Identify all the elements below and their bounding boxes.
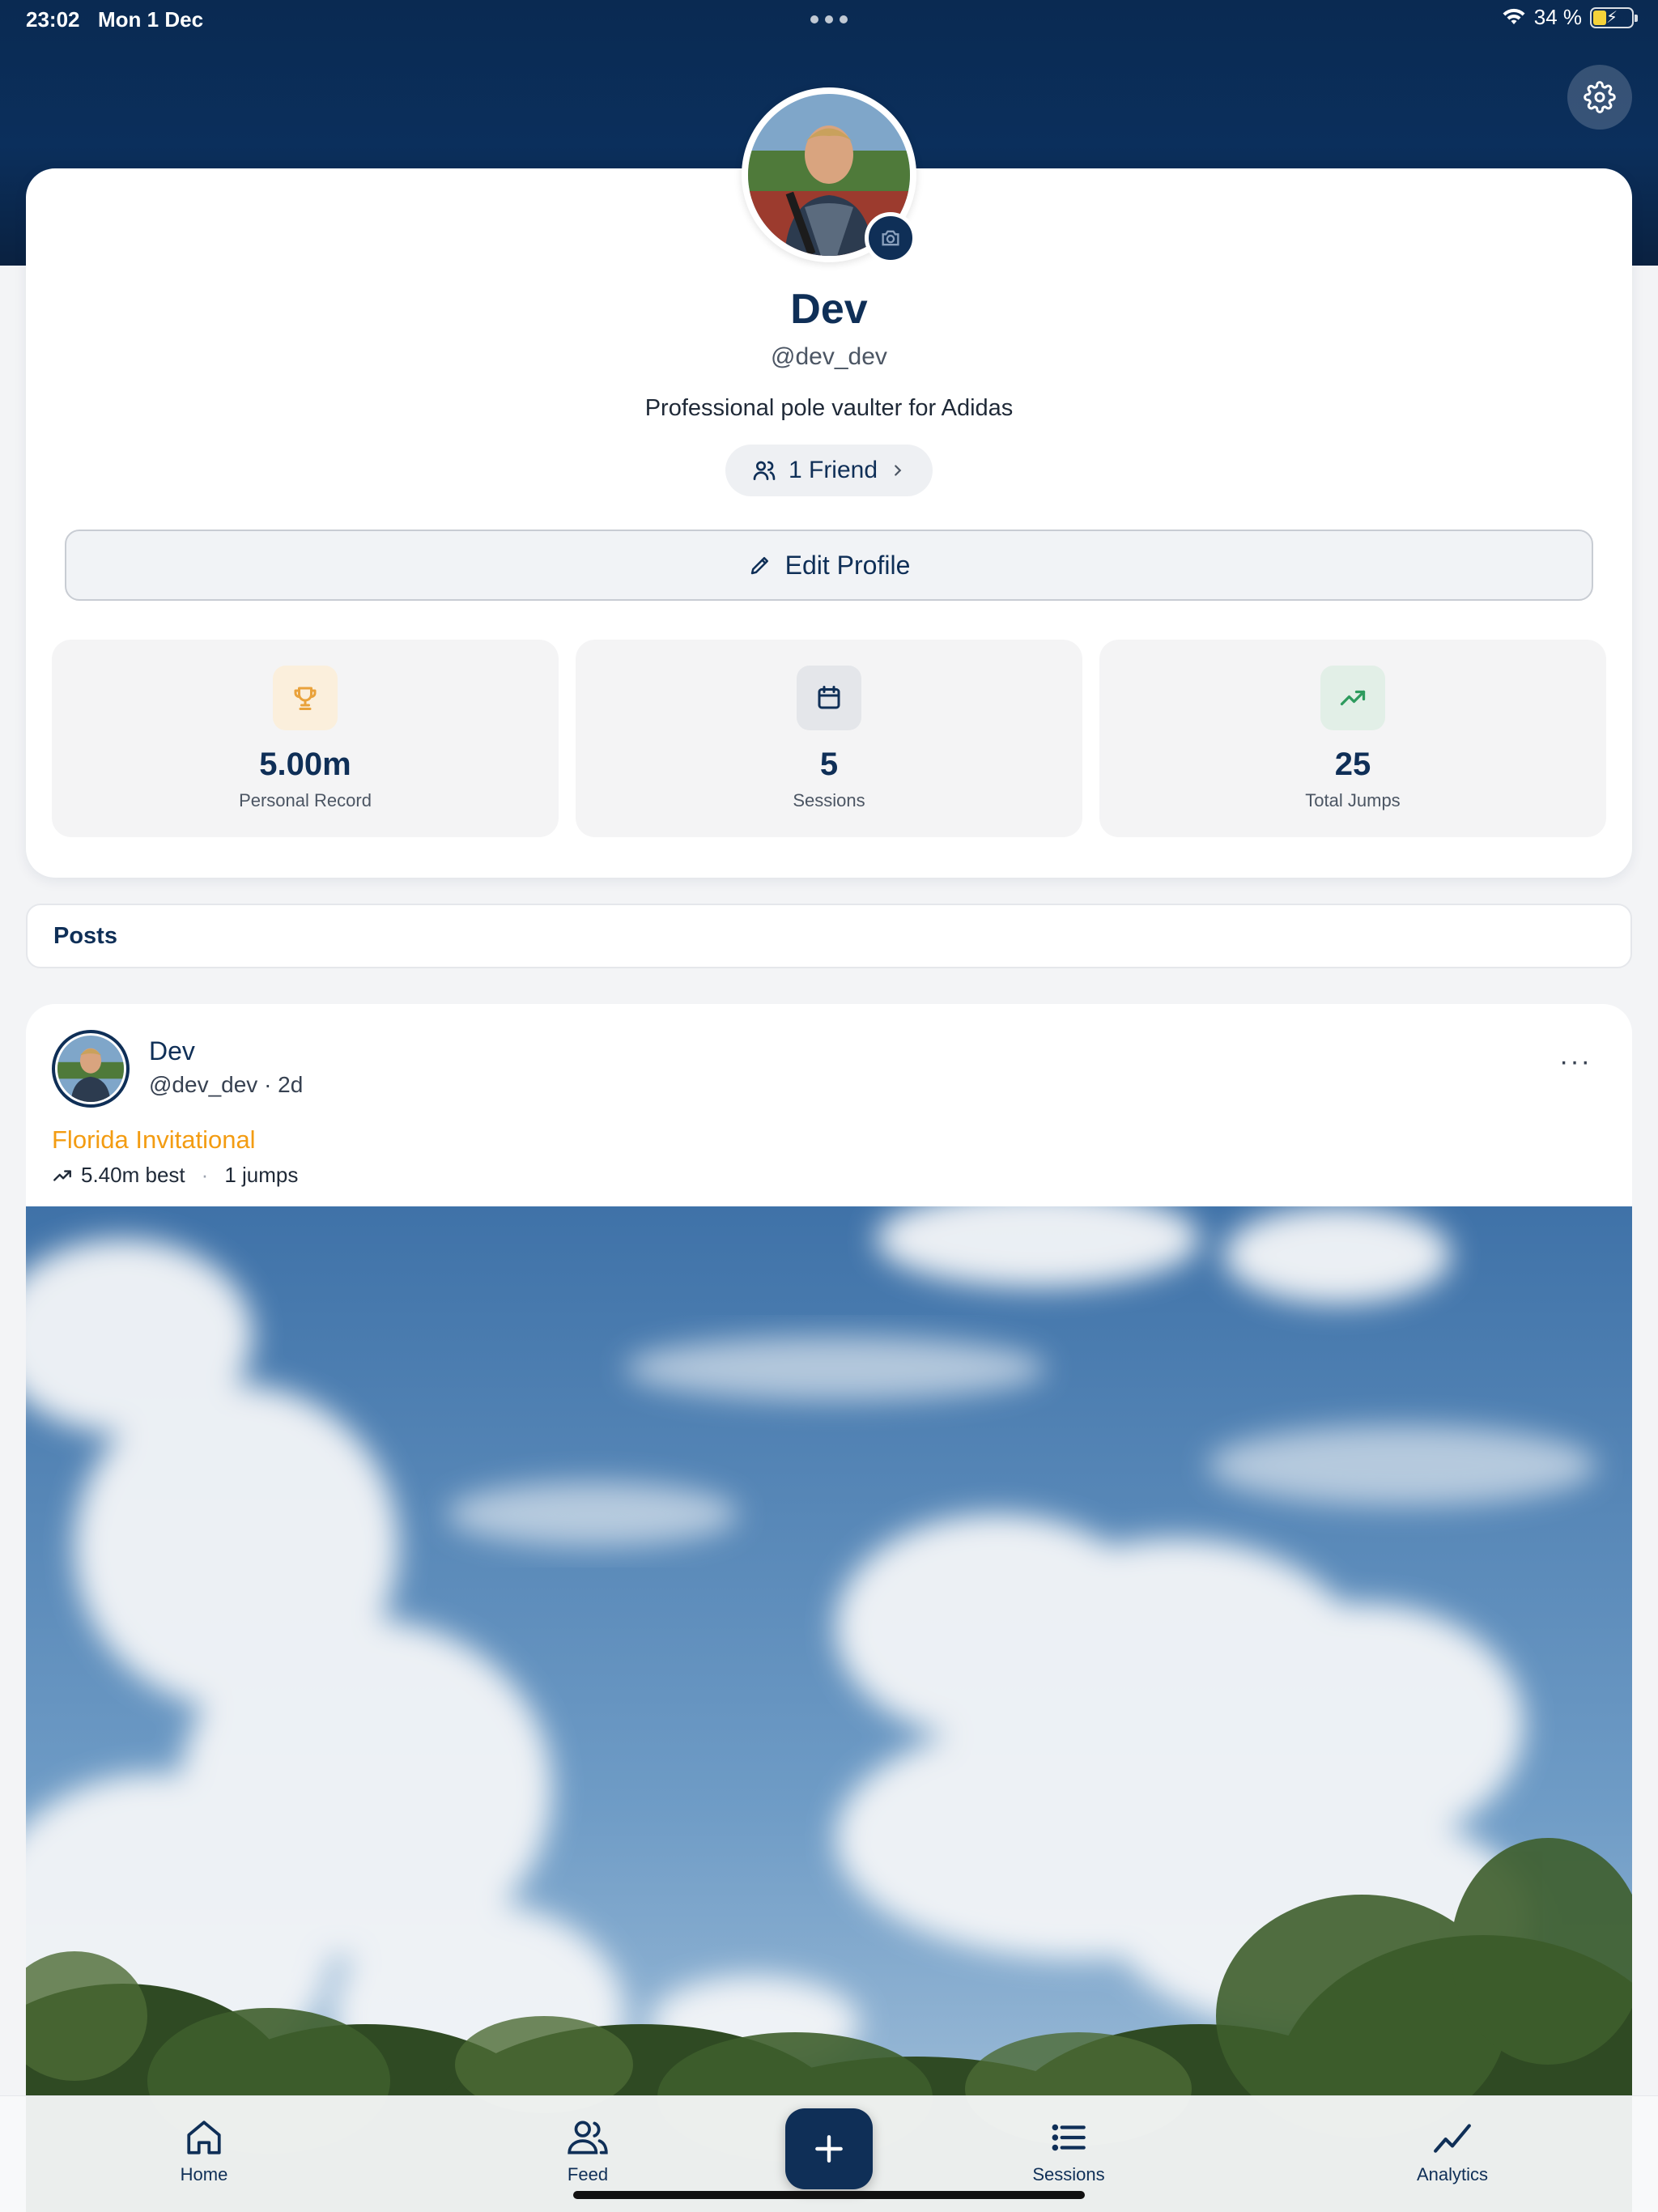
- post-session-title[interactable]: Florida Invitational: [52, 1125, 256, 1155]
- profile-handle: @dev_dev: [771, 343, 887, 370]
- status-time: 23:02: [26, 7, 80, 32]
- separator-dot: ·: [201, 1163, 209, 1187]
- friends-button[interactable]: 1 Friend: [725, 445, 933, 496]
- stat-value: 25: [1334, 747, 1371, 782]
- multitasking-dots-icon[interactable]: [808, 8, 850, 31]
- stat-total-jumps: 25 Total Jumps: [1099, 640, 1606, 837]
- users-icon: [753, 461, 776, 480]
- status-date: Mon 1 Dec: [98, 7, 204, 32]
- stat-value: 5.00m: [259, 747, 351, 782]
- tab-label: Home: [180, 2164, 228, 2184]
- pencil-icon: [750, 557, 768, 575]
- trophy-icon: [273, 666, 338, 730]
- calendar-icon: [797, 666, 861, 730]
- edit-profile-button[interactable]: Edit Profile: [65, 530, 1593, 601]
- home-indicator[interactable]: [573, 2191, 1085, 2199]
- tab-sessions[interactable]: Sessions: [988, 2117, 1150, 2198]
- post-card[interactable]: Dev @dev_dev · 2d ··· Florida Invitation…: [26, 1004, 1632, 2212]
- tab-label: Sessions: [1032, 2164, 1105, 2184]
- tab-home[interactable]: Home: [123, 2117, 285, 2198]
- battery-percent: 34 %: [1533, 5, 1582, 29]
- stat-label: Personal Record: [239, 790, 372, 810]
- more-options-button[interactable]: ···: [1559, 1046, 1592, 1078]
- change-photo-button[interactable]: [865, 212, 916, 264]
- edit-profile-label: Edit Profile: [784, 550, 911, 580]
- stat-label: Sessions: [793, 790, 865, 810]
- posts-title: Posts: [53, 923, 117, 949]
- tab-analytics[interactable]: Analytics: [1371, 2117, 1533, 2198]
- chevron-right-icon: [895, 465, 902, 476]
- status-indicators: 34 % ⚡: [1502, 5, 1638, 30]
- tab-label: Analytics: [1416, 2164, 1489, 2184]
- tab-label: Feed: [567, 2164, 609, 2184]
- trending-up-icon: [1320, 666, 1385, 730]
- wifi-icon: [1503, 8, 1525, 24]
- profile-name: Dev: [790, 286, 868, 333]
- home-icon: [187, 2121, 221, 2155]
- camera-icon: [882, 230, 899, 246]
- tab-feed[interactable]: Feed: [507, 2117, 669, 2198]
- list-icon: [1052, 2124, 1086, 2151]
- posts-section-header: Posts: [26, 904, 1632, 968]
- post-best-height: 5.40m best: [81, 1163, 185, 1187]
- gear-icon: [1584, 81, 1616, 113]
- post-jump-count: 1 jumps: [224, 1163, 299, 1187]
- users-icon: [568, 2121, 608, 2155]
- post-author-avatar[interactable]: [52, 1030, 130, 1108]
- post-meta: @dev_dev · 2d: [149, 1072, 304, 1097]
- trending-up-icon: [53, 1169, 71, 1181]
- post-photo[interactable]: [26, 1206, 1632, 2212]
- battery-icon: ⚡: [1590, 6, 1638, 28]
- post-author-name[interactable]: Dev: [149, 1036, 195, 1066]
- settings-button[interactable]: [1567, 65, 1632, 130]
- post-stats: 5.40m best · 1 jumps: [52, 1163, 298, 1188]
- friends-label: 1 Friend: [788, 457, 878, 483]
- stat-sessions: 5 Sessions: [576, 640, 1082, 837]
- analytics-icon: [1434, 2124, 1471, 2153]
- status-bar: 23:02 Mon 1 Dec 34 % ⚡: [0, 0, 1658, 39]
- stat-personal-record: 5.00m Personal Record: [52, 640, 559, 837]
- profile-bio: Professional pole vaulter for Adidas: [644, 395, 1014, 421]
- stat-value: 5: [819, 747, 839, 782]
- add-session-button[interactable]: [785, 2108, 873, 2189]
- plus-icon: [815, 2135, 843, 2163]
- stat-label: Total Jumps: [1305, 790, 1401, 810]
- profile-screen: 23:02 Mon 1 Dec 34 % ⚡ Dev @dev_dev Prof…: [0, 0, 1658, 2212]
